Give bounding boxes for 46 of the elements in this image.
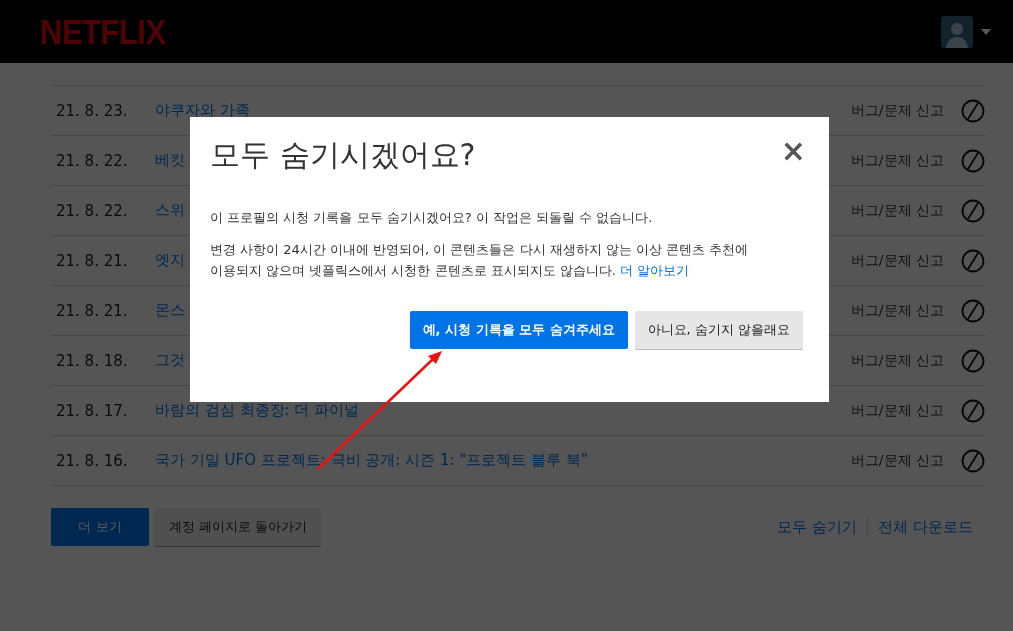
title-link[interactable]: 몬스 [155, 301, 185, 319]
hide-icon[interactable] [961, 448, 985, 473]
profile-avatar[interactable] [941, 15, 973, 48]
watch-date: 21. 8. 17. [55, 401, 129, 420]
hide-icon[interactable] [961, 98, 985, 123]
hide-icon[interactable] [961, 198, 985, 223]
close-icon[interactable]: × [780, 141, 806, 161]
watch-date: 21. 8. 18. [55, 351, 129, 370]
title-link[interactable]: 국가 기밀 UFO 프로젝트: 극비 공개: 시즌 1: "프로젝트 블루 북" [155, 451, 588, 469]
hide-icon[interactable] [961, 298, 985, 323]
footer-link[interactable]: 전체 다운로드 [878, 517, 973, 537]
title-link[interactable]: 그것 [155, 351, 185, 369]
more-button[interactable]: 더 보기 [51, 508, 149, 546]
title-link[interactable]: 엣지 [155, 251, 185, 269]
confirm-button[interactable]: 예, 시청 기록을 모두 숨겨주세요 [409, 311, 628, 349]
watch-date: 21. 8. 21. [55, 301, 129, 320]
report-link[interactable]: 버그/문제 신고 [850, 351, 944, 370]
title-link[interactable]: 야쿠자와 가족 [155, 101, 250, 119]
report-link[interactable]: 버그/문제 신고 [850, 301, 944, 320]
learn-more-link[interactable]: 더 알아보기 [620, 263, 690, 278]
hide-icon[interactable] [961, 348, 985, 373]
title-link[interactable]: 베킷 [155, 151, 185, 169]
report-link[interactable]: 버그/문제 신고 [850, 451, 944, 470]
report-link[interactable]: 버그/문제 신고 [850, 201, 944, 220]
watch-date: 21. 8. 21. [55, 251, 129, 270]
report-link[interactable]: 버그/문제 신고 [850, 151, 944, 170]
dialog-text: 변경 사항이 24시간 이내에 반영되어, 이 콘텐츠들은 다시 재생하지 않는 이상 콘텐츠 추천에 이용되지 않으며 넷플릭스에서 시청한 콘텐츠로 표시되지도 않습니다. 더 알아보기 [210, 241, 750, 280]
netflix-logo[interactable]: NETFLIX [40, 10, 166, 53]
report-link[interactable]: 버그/문제 신고 [850, 401, 944, 420]
watch-date: 21. 8. 22. [55, 151, 129, 170]
report-link[interactable]: 버그/문제 신고 [850, 101, 944, 120]
caret-icon[interactable] [981, 28, 991, 35]
watch-date: 21. 8. 22. [55, 201, 129, 220]
hide-icon[interactable] [961, 248, 985, 273]
title-link[interactable]: 바람의 검심 최종장: 더 파이널 [155, 401, 360, 419]
title-link[interactable]: 스위 [155, 201, 185, 219]
hide-icon[interactable] [961, 398, 985, 423]
footer-link[interactable]: 모두 숨기기 [777, 517, 858, 537]
report-link[interactable]: 버그/문제 신고 [850, 251, 944, 270]
watch-date: 21. 8. 16. [55, 451, 129, 470]
watch-date: 21. 8. 23. [55, 101, 129, 120]
cancel-button[interactable]: 아니요, 숨기지 않을래요 [634, 311, 803, 349]
back-button[interactable]: 계정 페이지로 돌아가기 [155, 508, 322, 546]
dialog-title: 모두 숨기시겠어요? [210, 136, 476, 174]
dialog-text: 이 프로필의 시청 기록을 모두 숨기시겠어요? 이 작업은 되돌릴 수 없습니다. [210, 209, 654, 227]
hide-icon[interactable] [961, 148, 985, 173]
